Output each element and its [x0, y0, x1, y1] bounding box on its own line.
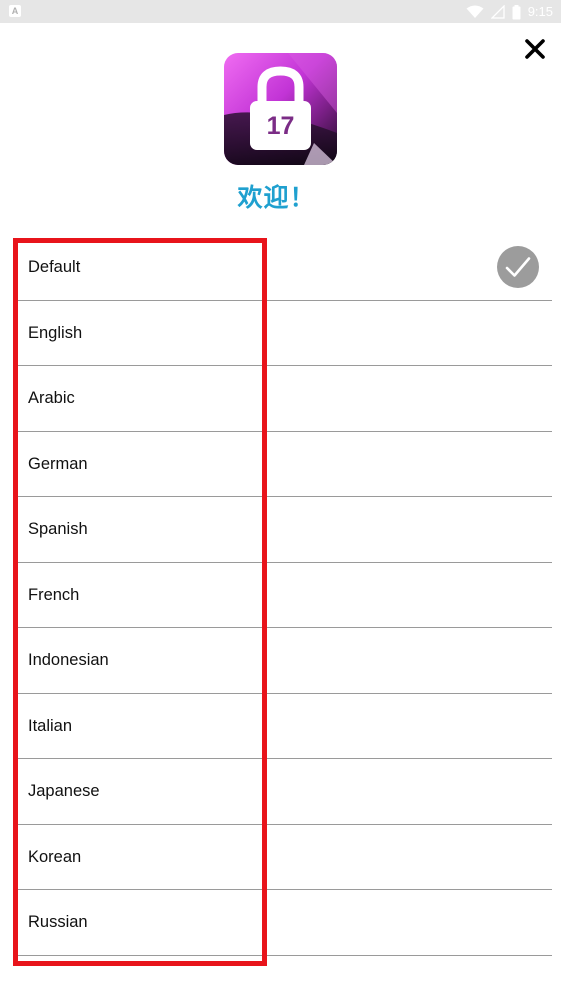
- language-label: French: [28, 585, 80, 604]
- language-item-arabic[interactable]: Arabic: [18, 366, 552, 432]
- language-item-default[interactable]: Default: [18, 235, 552, 301]
- status-time: 9:15: [527, 4, 553, 19]
- language-item-japanese[interactable]: Japanese: [18, 759, 552, 825]
- language-label: Indonesian: [28, 651, 109, 669]
- language-item-italian[interactable]: Italian: [18, 694, 552, 759]
- language-label: Default: [28, 258, 81, 276]
- language-label: English: [28, 323, 83, 342]
- language-item-french[interactable]: French: [18, 563, 552, 628]
- language-label: Japanese: [28, 782, 100, 800]
- signal-icon: [490, 5, 505, 19]
- notification-icon: A: [9, 5, 21, 17]
- language-item-russian[interactable]: Russian: [18, 890, 552, 956]
- language-item-spanish[interactable]: Spanish: [18, 497, 552, 563]
- language-label: Russian: [28, 913, 88, 931]
- status-bar: A 9:15: [0, 0, 561, 23]
- language-select-screen: A 9:15 17 欢迎！ Default English Arabic Ger…: [0, 0, 561, 997]
- status-icons: 9:15: [466, 3, 553, 21]
- language-list: Default English Arabic German Spanish Fr…: [18, 235, 552, 956]
- wifi-icon: [466, 5, 484, 18]
- language-item-korean[interactable]: Korean: [18, 825, 552, 890]
- language-item-english[interactable]: English: [18, 301, 552, 366]
- language-item-indonesian[interactable]: Indonesian: [18, 628, 552, 694]
- app-logo-number: 17: [266, 112, 295, 140]
- checkmark-icon: [505, 257, 531, 277]
- close-icon: [525, 39, 545, 59]
- welcome-title: 欢迎！: [237, 184, 316, 212]
- app-logo: 17: [224, 53, 337, 165]
- battery-icon: [512, 4, 521, 19]
- language-label: Spanish: [28, 520, 88, 538]
- language-label: Italian: [28, 716, 73, 735]
- close-button[interactable]: [520, 34, 550, 64]
- selected-check-badge: [497, 246, 539, 288]
- language-label: Korean: [28, 847, 82, 866]
- language-item-german[interactable]: German: [18, 432, 552, 497]
- language-label: Arabic: [28, 389, 75, 407]
- language-label: German: [28, 454, 88, 473]
